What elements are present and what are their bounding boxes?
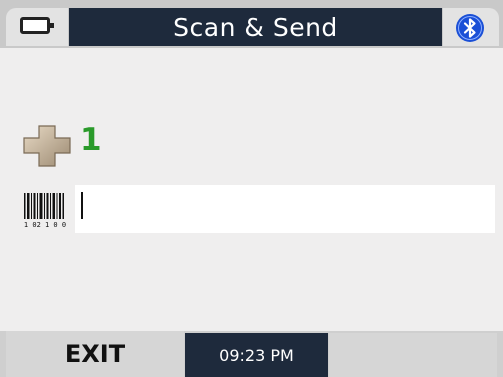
clock-time: 09:23 PM bbox=[219, 345, 294, 365]
page-title: Scan & Send bbox=[173, 12, 338, 42]
title-bar: Scan & Send bbox=[69, 8, 442, 46]
bluetooth-button[interactable] bbox=[443, 8, 499, 46]
clock: 09:23 PM bbox=[185, 333, 328, 377]
app-screen: Scan & Send 1 1 02 1 0 0 EXIT 09:23 PM bbox=[0, 0, 503, 377]
scan-count: 1 bbox=[80, 122, 102, 158]
footer-right-button[interactable] bbox=[329, 333, 497, 377]
scan-input-field[interactable] bbox=[75, 185, 495, 233]
plus-icon bbox=[23, 125, 71, 167]
exit-label: EXIT bbox=[64, 340, 126, 368]
barcode-icon: 1 02 1 0 0 bbox=[22, 191, 68, 229]
barcode-digits: 1 02 1 0 0 bbox=[24, 221, 66, 229]
battery-icon bbox=[20, 17, 54, 34]
battery-button[interactable] bbox=[6, 8, 68, 46]
exit-button[interactable]: EXIT bbox=[6, 331, 184, 377]
scan-input[interactable] bbox=[75, 185, 495, 233]
bluetooth-icon bbox=[456, 14, 484, 42]
text-cursor bbox=[81, 192, 83, 219]
